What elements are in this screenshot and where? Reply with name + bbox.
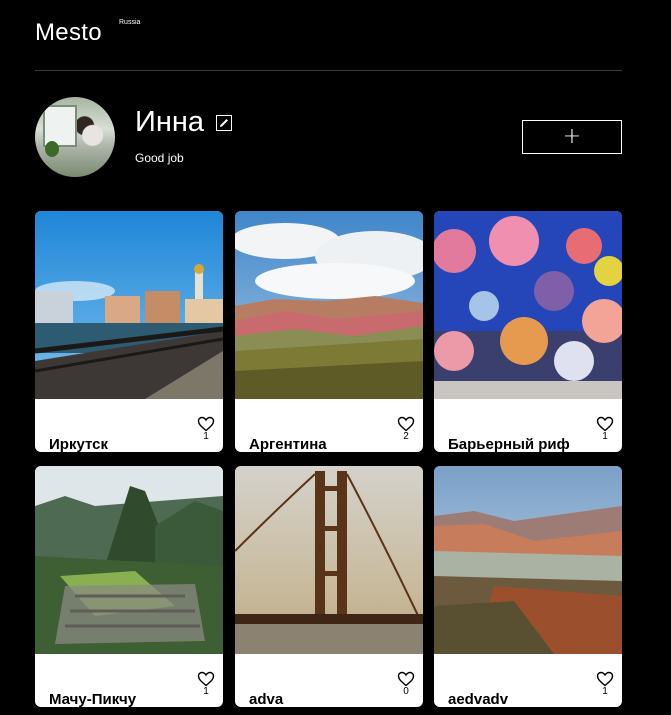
edit-profile-button[interactable] <box>216 115 232 131</box>
heart-icon <box>397 416 415 432</box>
card-title: adva <box>249 691 284 707</box>
profile-name: Инна <box>135 106 205 138</box>
heart-icon <box>596 671 614 687</box>
like-button[interactable] <box>197 671 215 687</box>
avatar-plant <box>45 141 59 157</box>
avatar-window <box>43 105 77 147</box>
like-group: 1 <box>596 416 614 442</box>
card-image[interactable] <box>35 211 223 399</box>
like-button[interactable] <box>197 416 215 432</box>
card-image[interactable] <box>434 211 622 399</box>
like-button[interactable] <box>397 671 415 687</box>
like-count: 1 <box>203 686 209 697</box>
like-count: 1 <box>602 686 608 697</box>
card: Аргентина 2 <box>235 211 423 452</box>
card-title: Аргентина <box>249 436 327 452</box>
like-group: 0 <box>397 671 415 697</box>
like-group: 1 <box>596 671 614 697</box>
pencil-icon <box>220 119 228 127</box>
card-title: aedvadv <box>448 691 509 707</box>
heart-icon <box>197 671 215 687</box>
card-image[interactable] <box>235 211 423 399</box>
heart-icon <box>397 671 415 687</box>
profile: Инна Good job + <box>35 97 622 177</box>
card-image[interactable] <box>434 466 622 654</box>
card-title: Мачу-Пикчу <box>49 691 137 707</box>
avatar[interactable] <box>35 97 115 177</box>
like-button[interactable] <box>596 416 614 432</box>
logo-superscript: Russia <box>119 19 141 26</box>
card-title: Барьерный риф <box>448 436 570 452</box>
add-card-button[interactable]: + <box>522 120 622 154</box>
card: Мачу-Пикчу 1 <box>35 466 223 707</box>
like-count: 1 <box>203 431 209 442</box>
like-count: 0 <box>403 686 409 697</box>
card-title: Иркутск <box>49 436 108 452</box>
heart-icon <box>197 416 215 432</box>
card: aedvadv 1 <box>434 466 622 707</box>
like-button[interactable] <box>596 671 614 687</box>
card-image[interactable] <box>235 466 423 654</box>
logo[interactable]: Mesto <box>35 19 102 47</box>
card: adva 0 <box>235 466 423 707</box>
header: Mesto Russia <box>35 0 622 71</box>
profile-about: Good job <box>135 151 184 165</box>
like-button[interactable] <box>397 416 415 432</box>
like-count: 1 <box>602 431 608 442</box>
like-count: 2 <box>403 431 409 442</box>
card: Иркутск 1 <box>35 211 223 452</box>
card: Барьерный риф 1 <box>434 211 622 452</box>
like-group: 1 <box>197 671 215 697</box>
heart-icon <box>596 416 614 432</box>
card-image[interactable] <box>35 466 223 654</box>
like-group: 1 <box>197 416 215 442</box>
like-group: 2 <box>397 416 415 442</box>
